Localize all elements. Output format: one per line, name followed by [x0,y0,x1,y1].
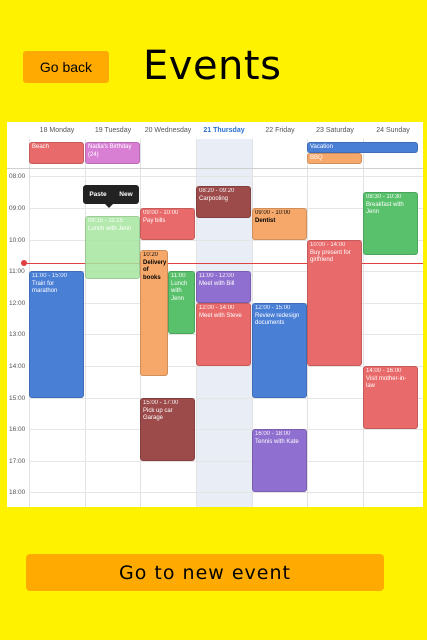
event-name: Buy present for girlfriend [310,249,351,264]
hour-label: 12:00 [9,300,26,307]
event-lunch-with-jenn-tue[interactable]: 09:15 - 11:15 Lunch with Jenn [85,216,140,279]
event-time: 08:20 - 09:20 [199,188,235,194]
paste-new-popup: Paste New [83,185,139,208]
event-time: 12:00 - 15:00 [255,305,291,311]
event-name: Carpooling [199,195,229,202]
hour-line [29,461,423,462]
event-buy-present[interactable]: 10:00 - 14:00 Buy present for girlfriend [307,240,362,366]
allday-event-beach[interactable]: Beach [29,142,84,164]
page-title: Events [143,43,282,89]
event-name: Delivery of books [143,259,167,281]
allday-event-bbq[interactable]: BBQ [307,153,362,164]
hour-label: 18:00 [9,489,26,496]
event-time: 11:00 - 12:00 [199,273,234,279]
event-pick-up-car[interactable]: 15:00 - 17:00 Pick up car Garage [140,398,195,461]
event-time: 09:15 - 11:15 [88,218,123,224]
go-back-button[interactable]: Go back [23,51,109,83]
event-name: Vacation [310,144,333,150]
hour-label: 15:00 [9,395,26,402]
event-breakfast-with-jenn[interactable]: 08:30 - 10:30 Breakfast with Jenn [363,192,418,255]
day-header-wednesday[interactable]: 20 Wednesday [140,127,196,134]
event-name: Meet with Bill [199,280,235,287]
hour-line [29,492,423,493]
event-tennis-with-kate[interactable]: 16:00 - 18:00 Tennis with Kate [252,429,307,492]
event-name: Visit mother-in-law [366,375,407,390]
event-time: 08:30 - 10:30 [366,194,402,200]
event-time: 11:00 - 15:00 [32,273,67,279]
current-time-line [23,263,423,264]
day-header-sunday[interactable]: 24 Sunday [363,127,423,134]
event-time: 16:00 - 18:00 [255,431,291,437]
hour-label: 14:00 [9,363,26,370]
event-name: Beach [32,144,50,150]
paste-button[interactable]: Paste [89,191,106,198]
hour-label: 13:00 [9,331,26,338]
day-header-monday[interactable]: 18 Monday [29,127,85,134]
all-day-divider [7,168,423,169]
event-name: Dentist [255,217,276,224]
event-pay-bills[interactable]: 09:00 - 10:00 Pay bills [140,208,195,240]
hour-label: 16:00 [9,426,26,433]
event-name: Breakfast with Jenn [366,201,404,216]
hour-label: 11:00 [9,268,25,275]
event-time: 09:00 - 10:00 [255,210,291,216]
event-visit-mother-in-law[interactable]: 14:00 - 16:00 Visit mother-in-law [363,366,418,429]
event-dentist[interactable]: 09:00 - 10:00 Dentist [252,208,307,240]
event-time: 11:00 [171,273,186,279]
hour-label: 08:00 [9,173,26,180]
event-name: Pick up car Garage [143,407,173,422]
event-time: 10:20 [143,252,159,258]
go-to-new-event-button[interactable]: Go to new event [26,554,384,591]
event-name: Meet with Steve [199,312,242,319]
event-name: Nadia's Birthday (24) [88,144,132,158]
event-time: 14:00 - 16:00 [366,368,402,374]
current-time-marker [21,260,27,266]
event-meet-with-bill[interactable]: 11:00 - 12:00 Meet with Bill [196,271,251,303]
event-train-for-marathon[interactable]: 11:00 - 15:00 Train for marathon [29,271,84,398]
hour-label: 17:00 [9,458,26,465]
event-delivery-of-books[interactable]: 10:20 Delivery of books [140,250,168,376]
event-time: 12:00 - 14:00 [199,305,235,311]
event-meet-with-steve[interactable]: 12:00 - 14:00 Meet with Steve [196,303,251,366]
event-name: Tennis with Kate [255,438,299,445]
day-header-thursday[interactable]: 21 Thursday [196,127,252,134]
day-header-tuesday[interactable]: 19 Tuesday [85,127,141,134]
event-name: Review redesign documents [255,312,300,327]
event-name: Pay bills [143,217,166,224]
week-calendar: 18 Monday 19 Tuesday 20 Wednesday 21 Thu… [7,122,423,507]
hour-label: 09:00 [9,205,26,212]
event-name: Lunch with Jenn [88,225,132,232]
hour-label: 10:00 [9,237,26,244]
allday-event-vacation[interactable]: Vacation [307,142,418,153]
allday-event-birthday[interactable]: Nadia's Birthday (24) [85,142,140,164]
event-name: BBQ [310,155,323,161]
hour-line [29,429,423,430]
day-header-saturday[interactable]: 23 Saturday [307,127,363,134]
event-name: Train for marathon [32,280,58,295]
event-lunch-with-jenn-wed[interactable]: 11:00 Lunch with Jenn [168,271,195,334]
event-carpooling[interactable]: 08:20 - 09:20 Carpooling [196,186,251,218]
event-review-redesign[interactable]: 12:00 - 15:00 Review redesign documents [252,303,307,398]
hour-line [29,176,423,177]
event-time: 15:00 - 17:00 [143,400,179,406]
event-time: 09:00 - 10:00 [143,210,179,216]
event-name: Lunch with Jenn [171,280,188,302]
new-button[interactable]: New [119,191,132,198]
day-header-friday[interactable]: 22 Friday [252,127,308,134]
event-time: 10:00 - 14:00 [310,242,346,248]
